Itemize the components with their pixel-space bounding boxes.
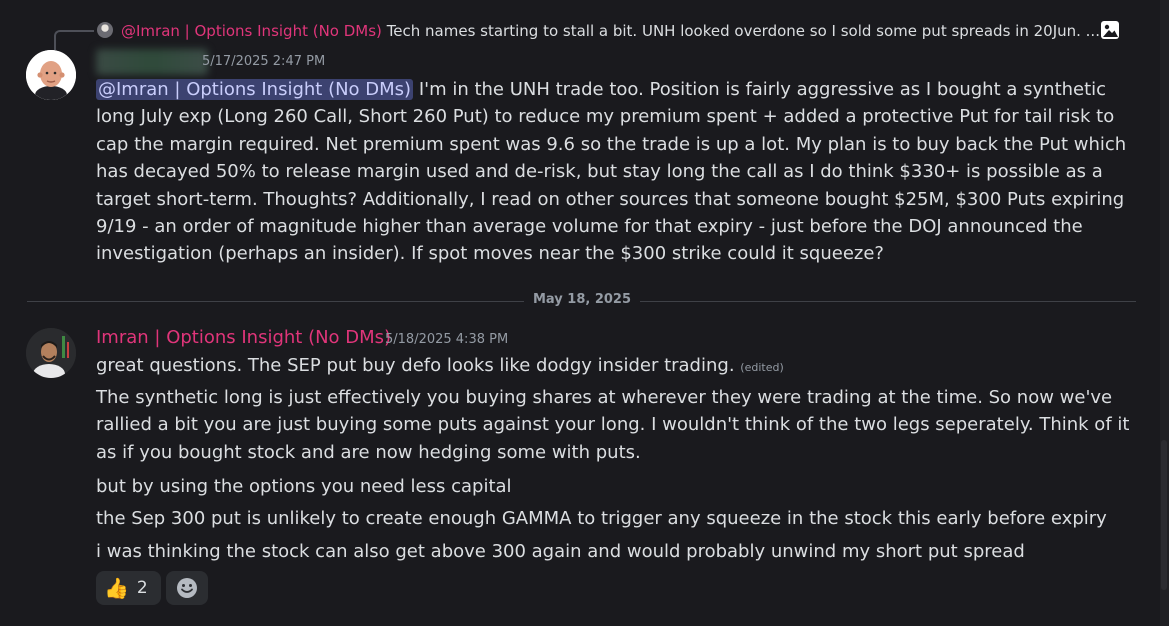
avatar-image bbox=[26, 50, 76, 100]
reply-spine bbox=[54, 30, 94, 50]
reply-avatar[interactable] bbox=[97, 22, 113, 38]
user-mention[interactable]: @Imran | Options Insight (No DMs) bbox=[96, 79, 414, 100]
date-divider-line bbox=[640, 301, 1136, 302]
message-content: @Imran | Options Insight (No DMs) I'm in… bbox=[96, 76, 1136, 268]
reaction-count: 2 bbox=[136, 578, 148, 598]
avatar[interactable] bbox=[26, 50, 76, 100]
reply-preview[interactable]: @Imran | Options Insight (No DMs) Tech n… bbox=[121, 20, 1100, 42]
reply-text[interactable]: Tech names starting to stall a bit. UNH … bbox=[387, 22, 1100, 40]
image-icon[interactable] bbox=[1099, 19, 1121, 41]
message-text: I'm in the UNH trade too. Position is fa… bbox=[96, 79, 1127, 265]
date-divider-line bbox=[27, 301, 524, 302]
avatar[interactable] bbox=[26, 328, 76, 378]
message-author[interactable]: Imran | Options Insight (No DMs) bbox=[96, 327, 391, 348]
reply-author[interactable]: @Imran | Options Insight (No DMs) bbox=[121, 22, 382, 40]
thumbs-up-icon: 👍 bbox=[104, 576, 129, 600]
date-divider-label: May 18, 2025 bbox=[532, 292, 632, 307]
edited-marker[interactable]: (edited) bbox=[740, 361, 783, 374]
message-text: the Sep 300 put is unlikely to create en… bbox=[96, 508, 1107, 529]
message-timestamp[interactable]: 5/18/2025 4:38 PM bbox=[385, 332, 508, 347]
message-line: great questions. The SEP put buy defo lo… bbox=[96, 352, 784, 381]
scrollbar-thumb[interactable] bbox=[1161, 440, 1167, 590]
message-text: i was thinking the stock can also get ab… bbox=[96, 541, 1025, 562]
avatar-image bbox=[26, 328, 76, 378]
smile-add-reaction-icon bbox=[177, 578, 197, 598]
message-text: great questions. The SEP put buy defo lo… bbox=[96, 355, 735, 376]
message-timestamp[interactable]: 5/17/2025 2:47 PM bbox=[202, 54, 325, 69]
message-text: but by using the options you need less c… bbox=[96, 476, 512, 497]
message-text: The synthetic long is just effectively y… bbox=[96, 387, 1130, 463]
add-reaction-button[interactable] bbox=[166, 571, 208, 605]
author-name-redacted[interactable] bbox=[96, 49, 208, 75]
reaction-thumbs-up[interactable]: 👍 2 bbox=[96, 571, 161, 605]
